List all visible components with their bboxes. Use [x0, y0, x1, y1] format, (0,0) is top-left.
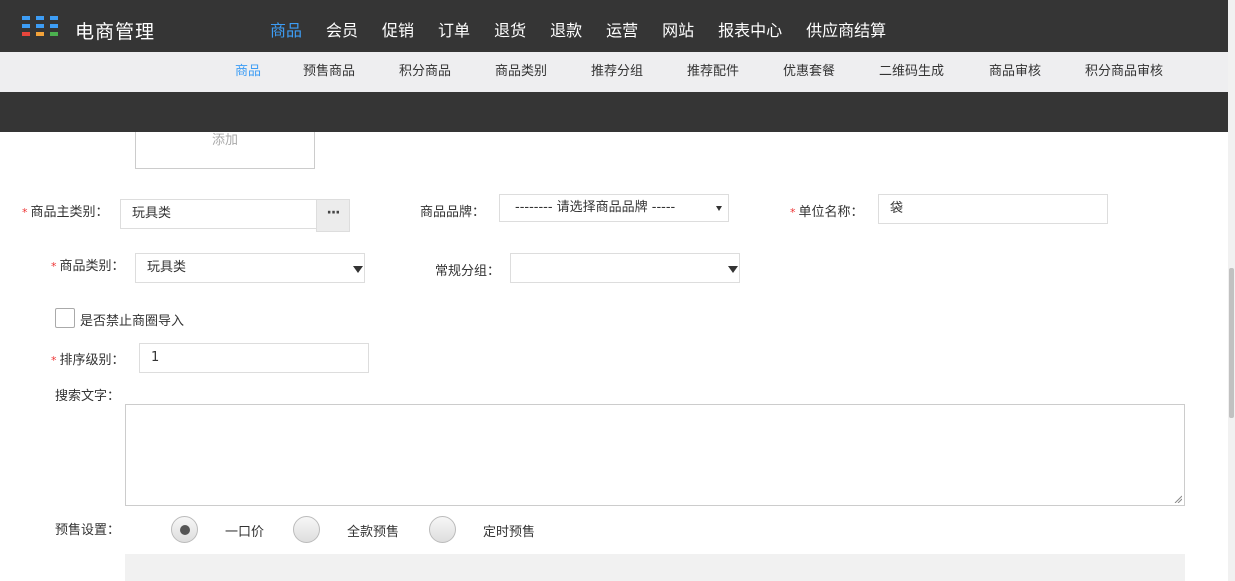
- app-title: 电商管理: [75, 21, 156, 43]
- subnav-item-recommend-accessories[interactable]: 推荐配件: [687, 52, 739, 92]
- nav-item-orders[interactable]: 订单: [426, 0, 482, 52]
- required-mark: *: [51, 260, 57, 273]
- nav-item-operations[interactable]: 运营: [594, 0, 650, 52]
- page-scrollbar[interactable]: [1228, 0, 1235, 581]
- sort-label: * 排序级别：: [51, 353, 125, 368]
- main-nav: 商品 会员 促销 订单 退货 退款 运营 网站 报表中心 供应商结算: [258, 0, 898, 52]
- grid-logo-icon: [22, 16, 60, 36]
- chevron-down-icon: [728, 266, 738, 273]
- brand-select[interactable]: -------- 请选择商品品牌 -----: [499, 194, 729, 222]
- chevron-down-icon: [353, 266, 363, 273]
- subnav-item-qrcode[interactable]: 二维码生成: [879, 52, 944, 92]
- unit-label: * 单位名称：: [790, 205, 864, 220]
- presale-detail-panel: [125, 554, 1185, 581]
- forbid-import-label: 是否禁止商圈导入: [80, 314, 185, 329]
- group-label: 常规分组：: [435, 264, 501, 279]
- required-mark: *: [22, 206, 28, 219]
- subnav-item-points-goods-review[interactable]: 积分商品审核: [1085, 52, 1163, 92]
- scrollbar-thumb[interactable]: [1229, 268, 1234, 418]
- add-image-label: 添加: [211, 133, 238, 148]
- category-select[interactable]: 玩具类: [135, 253, 365, 283]
- nav-item-members[interactable]: 会员: [314, 0, 370, 52]
- presale-option-label: 定时预售: [483, 525, 536, 540]
- category-select-value: 玩具类: [147, 260, 187, 275]
- nav-item-promotion[interactable]: 促销: [370, 0, 426, 52]
- chevron-down-icon: [716, 206, 722, 211]
- required-mark: *: [790, 206, 796, 219]
- subnav-item-goods-category[interactable]: 商品类别: [495, 52, 547, 92]
- subnav-item-goods[interactable]: 商品: [235, 52, 261, 92]
- forbid-import-checkbox[interactable]: [55, 308, 75, 328]
- required-mark: *: [51, 354, 57, 367]
- category-label: * 商品类别：: [51, 259, 125, 274]
- presale-radio-timed[interactable]: [429, 516, 456, 543]
- presale-label: 预售设置：: [55, 523, 121, 538]
- more-options-button[interactable]: ···: [316, 199, 350, 232]
- toolbar-strip: [0, 92, 1228, 132]
- main-category-input[interactable]: 玩具类: [120, 199, 317, 229]
- nav-item-refunds[interactable]: 退款: [538, 0, 594, 52]
- nav-item-goods[interactable]: 商品: [258, 0, 314, 52]
- resize-grip-icon[interactable]: [1174, 495, 1182, 503]
- subnav-item-discount-package[interactable]: 优惠套餐: [783, 52, 835, 92]
- nav-item-returns[interactable]: 退货: [482, 0, 538, 52]
- subnav-item-points-goods[interactable]: 积分商品: [399, 52, 451, 92]
- add-image-button[interactable]: 添加: [135, 132, 315, 169]
- presale-radio-fixed-price[interactable]: [171, 516, 198, 543]
- search-text-label: 搜索文字：: [55, 389, 121, 404]
- presale-option-label: 一口价: [225, 525, 265, 540]
- radio-selected-dot: [180, 525, 190, 535]
- subnav-item-goods-review[interactable]: 商品审核: [989, 52, 1041, 92]
- brand-select-value: -------- 请选择商品品牌 -----: [515, 200, 676, 215]
- nav-item-website[interactable]: 网站: [650, 0, 706, 52]
- brand-label: 商品品牌：: [420, 205, 486, 220]
- sort-input[interactable]: 1: [139, 343, 369, 373]
- sub-nav: 商品 预售商品 积分商品 商品类别 推荐分组 推荐配件 优惠套餐 二维码生成 商…: [0, 52, 1228, 92]
- unit-input[interactable]: 袋: [878, 194, 1108, 224]
- top-header: 电商管理 商品 会员 促销 订单 退货 退款 运营 网站 报表中心 供应商结算: [0, 0, 1228, 52]
- presale-radio-full-payment[interactable]: [293, 516, 320, 543]
- subnav-item-recommend-group[interactable]: 推荐分组: [591, 52, 643, 92]
- group-select[interactable]: [510, 253, 740, 283]
- presale-option-label: 全款预售: [347, 525, 400, 540]
- search-text-textarea[interactable]: [125, 404, 1185, 506]
- subnav-item-presale-goods[interactable]: 预售商品: [303, 52, 355, 92]
- nav-item-supplier-settlement[interactable]: 供应商结算: [794, 0, 898, 52]
- main-category-label: * 商品主类别：: [22, 205, 109, 220]
- nav-item-reports[interactable]: 报表中心: [706, 0, 794, 52]
